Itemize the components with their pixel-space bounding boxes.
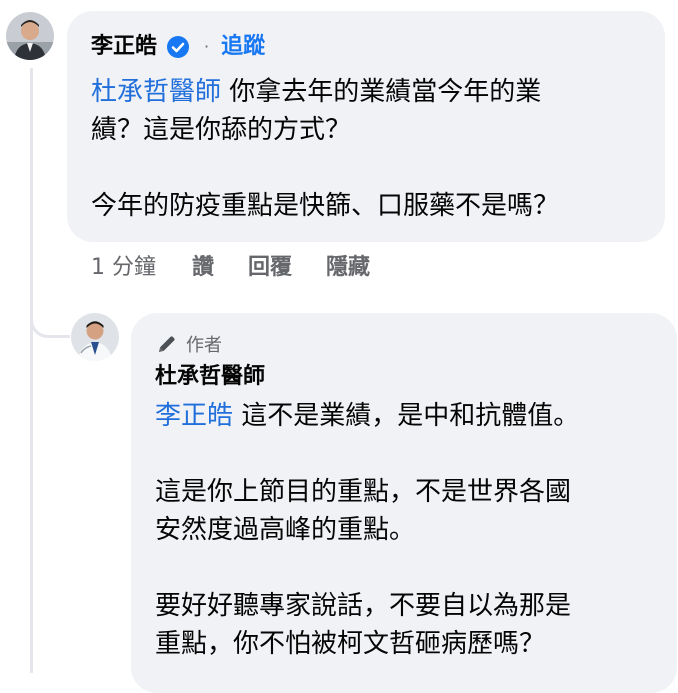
author-badge: 作者 — [156, 331, 222, 357]
follow-button[interactable]: 追蹤 — [221, 33, 265, 61]
comment-line: 這是你上節目的重點，不是世界各國 — [155, 477, 572, 507]
hide-button[interactable]: 隱藏 — [326, 252, 370, 284]
author-name[interactable]: 杜承哲醫師 — [155, 363, 265, 391]
reply-comment-bubble: 作者 杜承哲醫師 李正皓 這不是業績，是中和抗體值。 這是你上節目的重點，不是世… — [131, 313, 677, 693]
verified-badge-icon — [166, 35, 190, 59]
comment-header: 李正皓 · 追蹤 — [91, 33, 265, 61]
avatar-reply-author[interactable] — [71, 313, 119, 361]
comment-text-segment: 這不是業績，是中和抗體值。 — [233, 401, 580, 431]
main-comment-bubble: 李正皓 · 追蹤 杜承哲醫師 你拿去年的業績當今年的業 績？這是你舔的方式？ 今… — [67, 11, 665, 242]
thread-line — [30, 68, 33, 673]
reply-button[interactable]: 回覆 — [248, 252, 292, 284]
thread-connector — [30, 300, 70, 338]
like-button[interactable]: 讚 — [192, 252, 214, 284]
comment-line: 今年的防疫重點是快篩、口服藥不是嗎？ — [91, 191, 560, 221]
timestamp[interactable]: 1 分鐘 — [91, 252, 156, 284]
avatar-main-commenter[interactable] — [6, 12, 54, 60]
comment-line: 重點，你不怕被柯文哲砸病歷嗎？ — [155, 629, 546, 659]
comment-line: 李正皓 這不是業績，是中和抗體值。 — [155, 397, 579, 435]
comment-text-segment: 你拿去年的業績當今年的業 — [221, 77, 542, 107]
pencil-icon — [156, 333, 178, 355]
comment-body: 杜承哲醫師 你拿去年的業績當今年的業 績？這是你舔的方式？ 今年的防疫重點是快篩… — [91, 73, 559, 225]
comment-line: 要好好聽專家說話，不要自以為那是 — [155, 591, 572, 621]
comment-line: 安然度過高峰的重點。 — [155, 515, 416, 545]
comment-line: 績？這是你舔的方式？ — [91, 115, 352, 145]
comment-actions: 1 分鐘 讚 回覆 隱藏 — [91, 252, 370, 284]
mention-link[interactable]: 杜承哲醫師 — [91, 77, 221, 107]
separator-dot: · — [204, 37, 210, 56]
comment-body: 李正皓 這不是業績，是中和抗體值。 這是你上節目的重點，不是世界各國 安然度過高… — [155, 397, 579, 663]
comment-line: 杜承哲醫師 你拿去年的業績當今年的業 — [91, 73, 559, 111]
mention-link[interactable]: 李正皓 — [155, 401, 233, 431]
author-name[interactable]: 李正皓 — [91, 33, 157, 61]
author-badge-label: 作者 — [186, 335, 222, 356]
